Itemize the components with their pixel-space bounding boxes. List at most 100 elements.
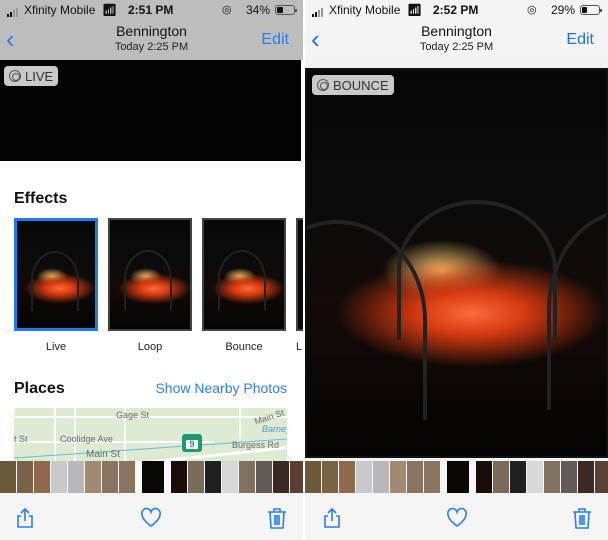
scrubber-thumbnail[interactable] (305, 461, 321, 493)
scrubber-thumbnail[interactable] (256, 461, 272, 493)
scrubber-thumbnail[interactable] (561, 461, 577, 493)
heart-icon[interactable] (140, 507, 162, 529)
trash-icon[interactable] (571, 507, 593, 529)
scrubber-thumbnail[interactable] (493, 461, 509, 493)
nav-subtitle: Today 2:25 PM (114, 41, 189, 53)
scrubber-thumbnail[interactable] (476, 461, 492, 493)
scrubber-thumbnail[interactable] (171, 461, 187, 493)
scrubber-thumbnail[interactable] (34, 461, 50, 493)
scrubber-thumbnail[interactable] (578, 461, 594, 493)
scrubber-thumbnail[interactable] (119, 461, 135, 493)
live-photo-icon (9, 70, 21, 82)
scrubber-thumbnail[interactable] (356, 461, 372, 493)
scrubber-thumbnail[interactable] (447, 461, 469, 493)
nav-bar: ‹ Bennington Today 2:25 PM Edit (0, 22, 303, 60)
clock: 2:52 PM (433, 3, 479, 17)
share-icon[interactable] (14, 507, 36, 529)
scrubber-thumbnail[interactable] (390, 461, 406, 493)
map-label: Barney (262, 424, 287, 434)
left-screen: Xfinity Mobile 📶︎ 2:51 PM ◎ 34% ‹ Bennin… (0, 0, 303, 540)
battery-percent: 29% (551, 3, 576, 17)
photo-scrubber[interactable] (305, 461, 608, 493)
effect-thumbnail (296, 218, 303, 331)
effect-thumbnail (108, 218, 192, 331)
scrubber-thumbnail[interactable] (17, 461, 33, 493)
scrubber-thumbnail[interactable] (222, 461, 238, 493)
scrubber-thumbnail[interactable] (205, 461, 221, 493)
places-map[interactable]: Gage St Coolidge Ave Main St Main St Bar… (14, 408, 287, 468)
scrubber-thumbnail[interactable] (290, 461, 303, 493)
scrubber-thumbnail[interactable] (102, 461, 118, 493)
scrubber-thumbnail[interactable] (0, 461, 16, 493)
nav-bar: ‹ Bennington Today 2:25 PM Edit (305, 22, 608, 60)
effect-loop[interactable]: Loop (108, 218, 192, 353)
map-label: Coolidge Ave (60, 434, 113, 444)
photo-preview[interactable]: LIVE (0, 60, 301, 161)
clock: 2:51 PM (128, 3, 174, 17)
live-badge-label: LIVE (25, 68, 54, 84)
map-label: Gage St (116, 410, 150, 420)
live-photo-icon (317, 79, 329, 91)
effect-bounce[interactable]: Bounce (202, 218, 286, 353)
scrubber-thumbnail[interactable] (424, 461, 440, 493)
route-shield-icon: 9 (182, 434, 202, 452)
effect-long-exposure[interactable]: L (296, 218, 303, 353)
scrubber-thumbnail[interactable] (239, 461, 255, 493)
wifi-icon: 📶︎ (407, 3, 423, 17)
signal-icon (7, 8, 18, 17)
scrubber-thumbnail[interactable] (527, 461, 543, 493)
scrubber-thumbnail[interactable] (273, 461, 289, 493)
signal-icon (312, 8, 323, 17)
carrier-label: Xfinity Mobile (24, 3, 96, 17)
rotation-lock-icon: ◎ (222, 4, 232, 16)
share-icon[interactable] (321, 507, 343, 529)
rotation-lock-icon: ◎ (527, 4, 537, 16)
bounce-badge[interactable]: BOUNCE (312, 75, 394, 95)
map-label: Burgess Rd (232, 440, 280, 450)
scrubber-thumbnail[interactable] (51, 461, 67, 493)
scrubber-thumbnail[interactable] (510, 461, 526, 493)
scrubber-thumbnail[interactable] (68, 461, 84, 493)
battery-percent: 34% (246, 3, 271, 17)
bottom-toolbar (305, 493, 608, 540)
map-label: t St (14, 434, 28, 444)
map-label: Main St (86, 449, 120, 460)
effect-label: Live (45, 341, 67, 353)
edit-button[interactable]: Edit (261, 31, 289, 49)
photo-view[interactable]: BOUNCE (305, 68, 608, 458)
scrubber-thumbnail[interactable] (595, 461, 608, 493)
show-nearby-photos-link[interactable]: Show Nearby Photos (155, 380, 287, 396)
nav-title: Bennington (116, 23, 187, 39)
nav-title: Bennington (421, 23, 492, 39)
right-screen: Xfinity Mobile 📶︎ 2:52 PM ◎ 29% ‹ Bennin… (305, 0, 608, 540)
places-heading: Places (14, 380, 65, 397)
scrubber-thumbnail[interactable] (85, 461, 101, 493)
effect-thumbnail (202, 218, 286, 331)
bottom-toolbar (0, 493, 303, 540)
battery-icon (580, 5, 602, 15)
effect-live[interactable]: Live (14, 218, 98, 353)
scrubber-thumbnail[interactable] (322, 461, 338, 493)
scrubber-thumbnail[interactable] (188, 461, 204, 493)
scrubber-thumbnail[interactable] (339, 461, 355, 493)
effects-heading: Effects (14, 190, 68, 207)
nav-subtitle: Today 2:25 PM (419, 41, 494, 53)
effects-list: Live Loop Bounce L (14, 218, 303, 353)
scrubber-thumbnail[interactable] (544, 461, 560, 493)
trash-icon[interactable] (266, 507, 288, 529)
photo-scrubber[interactable] (0, 461, 303, 493)
scrubber-thumbnail[interactable] (407, 461, 423, 493)
scrubber-thumbnail[interactable] (142, 461, 164, 493)
live-badge[interactable]: LIVE (4, 66, 59, 86)
carrier-label: Xfinity Mobile (329, 3, 401, 17)
battery-icon (275, 5, 297, 15)
heart-icon[interactable] (446, 507, 468, 529)
bounce-badge-label: BOUNCE (333, 77, 389, 93)
scrubber-thumbnail[interactable] (373, 461, 389, 493)
effect-label: L (296, 341, 303, 353)
edit-button[interactable]: Edit (566, 31, 594, 49)
effect-thumbnail (14, 218, 98, 331)
effect-label: Loop (137, 341, 163, 353)
status-bar: Xfinity Mobile 📶︎ 2:51 PM ◎ 34% (0, 0, 303, 22)
wifi-icon: 📶︎ (102, 3, 118, 17)
